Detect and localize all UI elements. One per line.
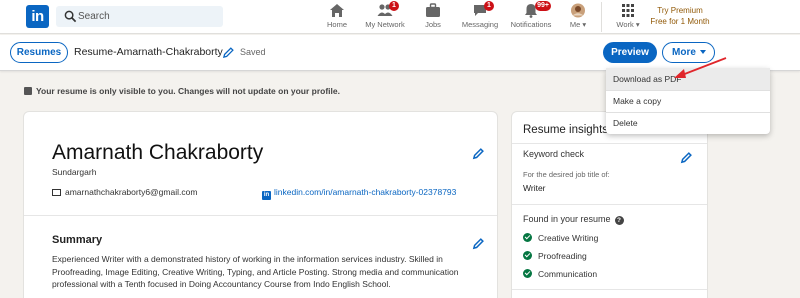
found-item: Communication <box>523 269 597 279</box>
insights-divider <box>512 143 707 144</box>
resumes-button[interactable]: Resumes <box>10 42 68 63</box>
nav-home[interactable]: Home <box>322 3 352 31</box>
nav-messaging-label: Messaging <box>461 20 499 29</box>
linkedin-logo[interactable]: in <box>26 5 49 28</box>
search-icon <box>64 10 77 23</box>
edit-profile-pencil-icon[interactable] <box>472 147 485 160</box>
top-nav: in Home 1 My Network Jobs <box>0 0 800 34</box>
found-item-label: Creative Writing <box>538 233 599 243</box>
home-icon <box>330 4 344 17</box>
nav-home-label: Home <box>326 20 347 29</box>
job-title-value: Writer <box>523 183 546 193</box>
search-input[interactable] <box>78 6 218 27</box>
menu-item-make-copy[interactable]: Make a copy <box>606 90 770 112</box>
edit-summary-pencil-icon[interactable] <box>472 237 485 250</box>
summary-text: Experienced Writer with a demonstrated h… <box>52 254 459 289</box>
found-item-label: Communication <box>538 269 598 279</box>
network-icon: 1 <box>377 1 399 18</box>
nav-my-network[interactable]: 1 My Network <box>362 1 408 31</box>
edit-name-pencil-icon[interactable] <box>222 46 235 59</box>
profile-location: Sundargarh <box>52 167 97 177</box>
found-title-text: Found in your resume <box>523 214 611 224</box>
nav-me-label: Me ▾ <box>569 20 587 29</box>
linkedin-url-row[interactable]: in linkedin.com/in/amarnath-chakraborty-0… <box>262 187 456 200</box>
check-icon <box>523 251 532 260</box>
check-icon <box>523 233 532 242</box>
lock-icon <box>24 87 32 95</box>
menu-item-delete[interactable]: Delete <box>606 112 770 134</box>
visibility-notice-text: Your resume is only visible to you. Chan… <box>36 86 340 96</box>
visibility-notice: Your resume is only visible to you. Chan… <box>24 86 340 96</box>
resume-insights-card: Resume insights Keyword check For the de… <box>511 111 708 298</box>
nav-work[interactable]: Work ▾ <box>615 3 641 31</box>
summary-title: Summary <box>52 234 103 246</box>
messaging-badge: 1 <box>484 1 494 11</box>
saved-status: Saved <box>240 47 266 57</box>
envelope-icon <box>52 189 61 196</box>
preview-button[interactable]: Preview <box>603 42 657 63</box>
avatar <box>571 3 585 18</box>
search-box[interactable] <box>56 6 223 27</box>
edit-keyword-pencil-icon[interactable] <box>680 151 693 164</box>
notifications-badge: 99+ <box>535 1 551 11</box>
section-divider <box>24 215 497 216</box>
help-icon[interactable]: ? <box>614 216 624 225</box>
nav-messaging[interactable]: 1 Messaging <box>460 1 500 31</box>
message-icon: 1 <box>472 1 494 18</box>
bell-icon: 99+ <box>523 1 551 18</box>
chevron-down-icon <box>700 50 706 54</box>
resume-card: Amarnath Chakraborty Sundargarh amarnath… <box>23 111 498 298</box>
insights-title: Resume insights <box>523 124 609 136</box>
nav-my-network-label: My Network <box>365 20 405 29</box>
found-item-label: Proofreading <box>538 251 587 261</box>
nav-work-label: Work ▾ <box>616 20 640 29</box>
check-icon <box>523 269 532 278</box>
nav-divider <box>601 2 602 32</box>
keyword-check-title: Keyword check <box>523 149 585 159</box>
profile-linkedin-url[interactable]: linkedin.com/in/amarnath-chakraborty-023… <box>274 187 456 197</box>
briefcase-icon <box>426 3 440 17</box>
nav-jobs[interactable]: Jobs <box>420 3 446 31</box>
insights-divider <box>512 289 707 290</box>
found-item: Creative Writing <box>523 233 598 243</box>
email-row: amarnathchakraborty6@gmail.com <box>52 187 197 197</box>
resume-name: Resume-Amarnath-Chakraborty <box>74 46 223 58</box>
found-item: Proofreading <box>523 251 587 261</box>
nav-me[interactable]: Me ▾ <box>567 3 589 31</box>
premium-link[interactable]: Try Premium Free for 1 Month <box>648 5 712 27</box>
insights-divider <box>512 204 707 205</box>
linkedin-small-icon: in <box>262 191 271 200</box>
nav-jobs-label: Jobs <box>425 20 441 29</box>
job-title-label: For the desired job title of: <box>523 170 610 179</box>
grid-icon <box>622 4 634 17</box>
nav-notifications-label: Notifications <box>510 20 552 29</box>
network-badge: 1 <box>389 1 399 11</box>
profile-name: Amarnath Chakraborty <box>52 141 264 164</box>
annotation-arrow-icon <box>674 57 727 78</box>
profile-email: amarnathchakraborty6@gmail.com <box>65 187 198 197</box>
found-title: Found in your resume? <box>523 214 624 225</box>
nav-notifications[interactable]: 99+ Notifications <box>508 1 554 31</box>
